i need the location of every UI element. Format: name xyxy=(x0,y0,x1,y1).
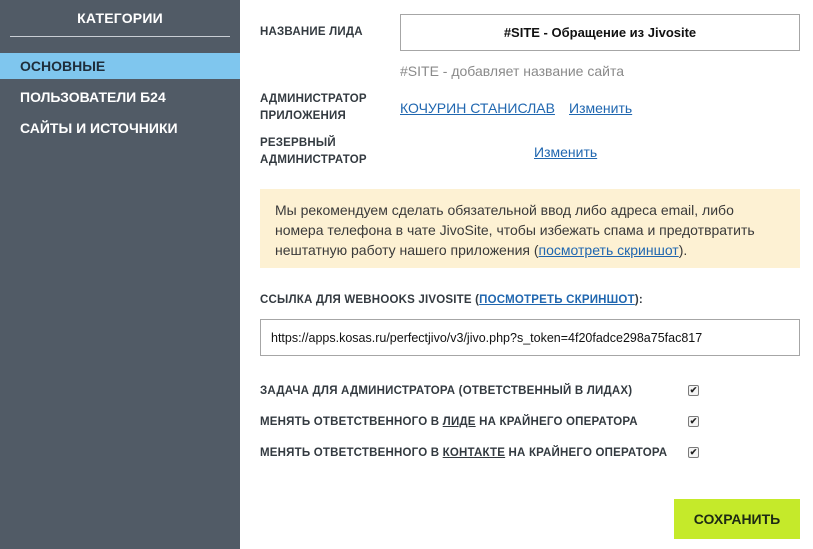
webhook-url-field[interactable] xyxy=(260,319,800,356)
app-admin-change-link[interactable]: Изменить xyxy=(569,100,632,116)
webhook-screenshot-link[interactable]: ПОСМОТРЕТЬ СКРИНШОТ xyxy=(479,294,635,306)
contact-operator-checkbox[interactable]: ✔ xyxy=(688,447,699,458)
lead-name-hint: #SITE - добавляет название сайта xyxy=(400,63,624,79)
webhook-label: ССЫЛКА ДЛЯ WEBHOOKS JIVOSITE (ПОСМОТРЕТЬ… xyxy=(260,292,643,309)
main-panel: НАЗВАНИЕ ЛИДА #SITE - добавляет название… xyxy=(240,0,813,549)
notice-line-2: номера телефона в чате JivoSite, чтобы и… xyxy=(275,222,755,238)
app-admin-label-line-2: ПРИЛОЖЕНИЯ xyxy=(260,110,346,122)
recommendation-notice: Мы рекомендуем сделать обязательной ввод… xyxy=(260,189,800,268)
notice-line-1: Мы рекомендуем сделать обязательной ввод… xyxy=(275,202,734,218)
check-label-lead-pre: МЕНЯТЬ ОТВЕТСТВЕННОГО В xyxy=(260,416,443,428)
notice-line-3-text: нештатную работу нашего приложения ( xyxy=(275,242,539,258)
reserve-admin-label-line-1: РЕЗЕРВНЫЙ xyxy=(260,137,336,149)
check-label-contact-post: НА КРАЙНЕГО ОПЕРАТОРА xyxy=(505,447,668,459)
sidebar: КАТЕГОРИИ ОСНОВНЫЕ ПОЛЬЗОВАТЕЛИ Б24 САЙТ… xyxy=(0,0,240,549)
app-admin-label-line-1: АДМИНИСТРАТОР xyxy=(260,93,367,105)
sidebar-title: КАТЕГОРИИ xyxy=(10,0,230,37)
notice-screenshot-link[interactable]: посмотреть скриншот xyxy=(539,242,679,258)
sidebar-item-osnovnye[interactable]: ОСНОВНЫЕ xyxy=(0,53,240,79)
webhook-label-text: ССЫЛКА ДЛЯ WEBHOOKS JIVOSITE ( xyxy=(260,294,480,306)
notice-line-3-end: ). xyxy=(678,242,688,258)
reserve-admin-change-link[interactable]: Изменить xyxy=(534,144,597,160)
check-label-lead-word: ЛИДЕ xyxy=(442,416,476,428)
admin-task-checkbox[interactable]: ✔ xyxy=(688,385,699,396)
notice-line-3: нештатную работу нашего приложения (посм… xyxy=(275,240,785,260)
check-label-contact-pre: МЕНЯТЬ ОТВЕТСТВЕННОГО В xyxy=(260,447,443,459)
lead-name-input[interactable] xyxy=(400,14,800,51)
webhook-label-end: ): xyxy=(634,294,643,306)
app-admin-name-link[interactable]: КОЧУРИН СТАНИСЛАВ xyxy=(400,100,555,116)
check-label-admin-task-text: ЗАДАЧА ДЛЯ АДМИНИСТРАТОРА (ОТВЕТСТВЕННЫЙ… xyxy=(260,385,633,397)
reserve-admin-label: РЕЗЕРВНЫЙ АДМИНИСТРАТОР xyxy=(260,135,367,169)
sidebar-item-sites-sources[interactable]: САЙТЫ И ИСТОЧНИКИ xyxy=(0,115,240,141)
check-label-lead-post: НА КРАЙНЕГО ОПЕРАТОРА xyxy=(475,416,638,428)
reserve-admin-label-line-2: АДМИНИСТРАТОР xyxy=(260,154,367,166)
check-label-admin-task: ЗАДАЧА ДЛЯ АДМИНИСТРАТОРА (ОТВЕТСТВЕННЫЙ… xyxy=(260,384,632,398)
lead-name-label: НАЗВАНИЕ ЛИДА xyxy=(260,26,363,38)
app-admin-label: АДМИНИСТРАТОР ПРИЛОЖЕНИЯ xyxy=(260,91,367,125)
check-label-contact-word: КОНТАКТЕ xyxy=(442,447,506,459)
save-button[interactable]: СОХРАНИТЬ xyxy=(674,499,800,539)
lead-operator-checkbox[interactable]: ✔ xyxy=(688,416,699,427)
check-label-contact-operator: МЕНЯТЬ ОТВЕТСТВЕННОГО В КОНТАКТЕ НА КРАЙ… xyxy=(260,446,667,460)
sidebar-item-users-b24[interactable]: ПОЛЬЗОВАТЕЛИ Б24 xyxy=(0,84,240,110)
check-label-lead-operator: МЕНЯТЬ ОТВЕТСТВЕННОГО В ЛИДЕ НА КРАЙНЕГО… xyxy=(260,415,638,429)
